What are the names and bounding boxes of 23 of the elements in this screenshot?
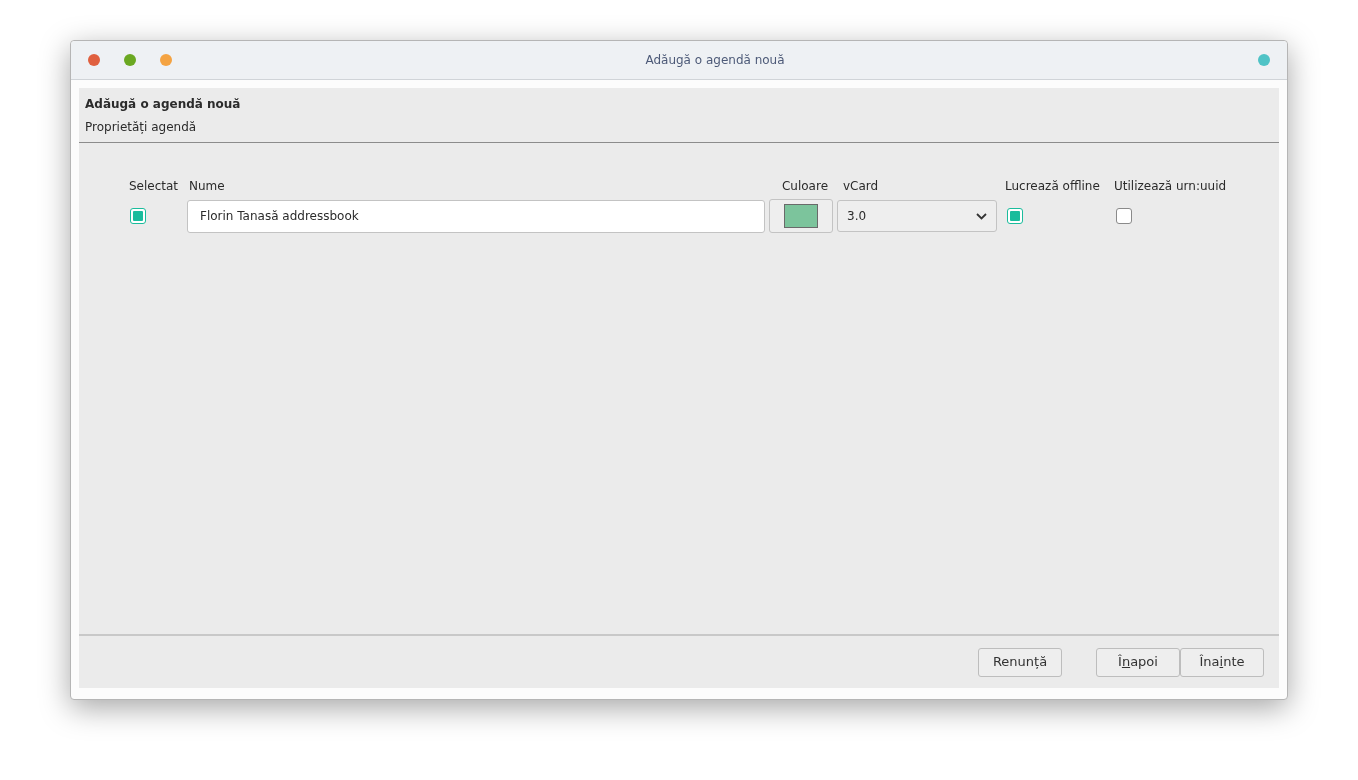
column-header: Lucrează offline [1005, 178, 1101, 195]
color-button[interactable] [769, 199, 833, 233]
pin-icon[interactable] [1258, 54, 1270, 66]
column-header: vCard [842, 178, 880, 195]
page-title: Adăugă o agendă nouă [85, 96, 242, 113]
cancel-button[interactable]: Renunță [978, 647, 1062, 677]
maximize-icon[interactable] [160, 54, 172, 66]
window-title: Adăugă o agendă nouă [644, 52, 786, 69]
page-subtitle: Proprietăți agendă [85, 119, 198, 136]
close-icon[interactable] [88, 54, 100, 66]
chevron-down-icon [976, 212, 987, 220]
checkbox[interactable] [1007, 208, 1023, 224]
column-header: Nume [188, 178, 226, 195]
checkbox[interactable] [130, 208, 146, 224]
name-field[interactable]: Florin Tanasă addressbook [187, 199, 765, 233]
minimize-icon[interactable] [124, 54, 136, 66]
column-header: Utilizează urn:uuid [1114, 178, 1227, 195]
vcard-dropdown[interactable]: 3.0 [837, 200, 997, 232]
checkbox[interactable] [1116, 208, 1132, 224]
column-header: Culoare [780, 178, 830, 195]
column-header: Selectat [129, 178, 180, 195]
next-button[interactable]: Înainte [1180, 647, 1264, 677]
back-button[interactable]: Înapoi [1096, 647, 1180, 677]
